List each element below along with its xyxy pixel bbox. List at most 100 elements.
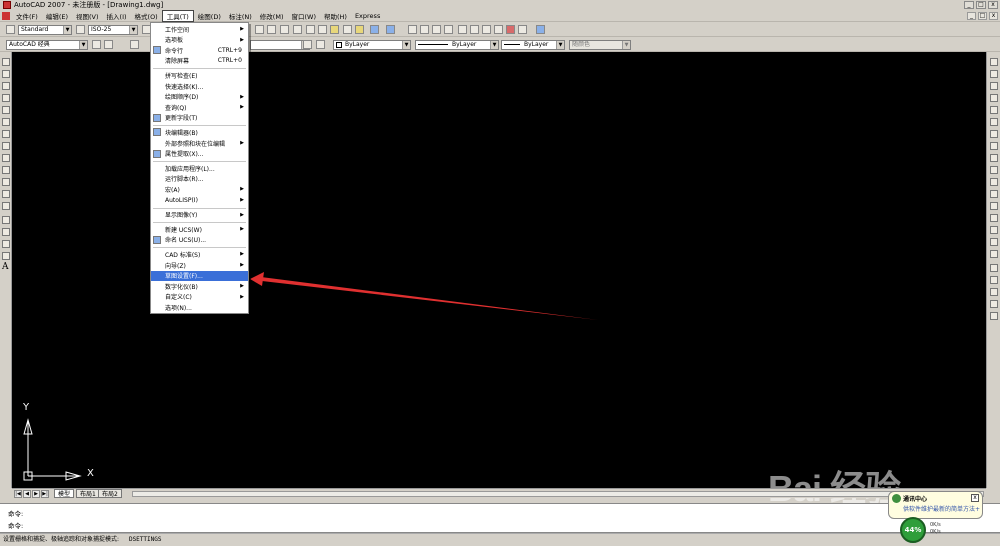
rectangle-icon[interactable] [2, 106, 10, 114]
make-current-layer-icon[interactable] [303, 40, 312, 49]
gradient-icon[interactable] [2, 240, 10, 248]
tab-model[interactable]: 模型 [54, 489, 75, 498]
tools-menu-item[interactable]: 新建 UCS(W) ▶ [151, 224, 248, 234]
text-style-icon[interactable] [6, 25, 15, 34]
menu-view[interactable]: 视图(V) [72, 11, 103, 21]
paste-icon[interactable] [330, 25, 339, 34]
markup-icon[interactable] [506, 25, 515, 34]
workspace-settings-icon[interactable] [92, 40, 101, 49]
plot-icon[interactable] [255, 25, 264, 34]
scale-icon[interactable] [990, 142, 998, 150]
maximize-button[interactable]: □ [976, 1, 986, 9]
revision-cloud-icon[interactable] [2, 142, 10, 150]
doc-close-button[interactable]: x [989, 12, 998, 20]
properties-icon[interactable] [458, 25, 467, 34]
tools-menu-item[interactable]: 加载应用程序(L)... [151, 163, 248, 173]
construction-line-icon[interactable] [2, 70, 10, 78]
tools-menu-item[interactable]: 命名 UCS(U)... [151, 235, 248, 245]
chevron-down-icon[interactable]: ▼ [402, 41, 410, 49]
tools-menu-item[interactable]: 命令行 CTRL+9 [151, 45, 248, 55]
ellipse-arc-icon[interactable] [2, 178, 10, 186]
command-window[interactable]: 命令: 命令: [0, 503, 1000, 533]
tools-menu-item[interactable]: 宏(A) ▶ [151, 184, 248, 194]
region-icon[interactable] [2, 252, 10, 260]
undo-icon[interactable] [370, 25, 379, 34]
communication-center-balloon[interactable]: 通讯中心 供软件维护最新的简单方法+ x [888, 491, 983, 519]
copy-icon[interactable] [318, 25, 327, 34]
tools-menu-item[interactable]: 数字化仪(B) ▶ [151, 281, 248, 291]
mirror-icon[interactable] [990, 82, 998, 90]
layer-manager-icon[interactable] [130, 40, 139, 49]
trim-icon[interactable] [990, 166, 998, 174]
menu-express[interactable]: Express [351, 12, 384, 20]
tools-menu-item[interactable]: 草图设置(F)... [151, 270, 248, 281]
linetype-select[interactable]: ByLayer ▼ [415, 40, 499, 50]
zoom-window-icon[interactable] [432, 25, 441, 34]
document-icon[interactable] [2, 12, 10, 20]
chevron-down-icon[interactable]: ▼ [79, 41, 87, 49]
tools-menu-item[interactable]: 显示图像(Y) ▶ [151, 210, 248, 220]
network-speed-gauge[interactable]: 44% [900, 517, 926, 543]
save-workspace-icon[interactable] [104, 40, 113, 49]
menu-format[interactable]: 格式(O) [131, 11, 162, 21]
chevron-down-icon[interactable]: ▼ [63, 26, 71, 34]
menu-tools[interactable]: 工具(T) [161, 10, 194, 22]
tools-menu-item[interactable]: 工作空间 ▶ [151, 24, 248, 34]
tools-menu-item[interactable]: CAD 标准(S) ▶ [151, 249, 248, 259]
tools-menu-item[interactable]: AutoLISP(I) ▶ [151, 195, 248, 205]
offset-icon[interactable] [990, 94, 998, 102]
minimize-button[interactable]: _ [964, 1, 974, 9]
tab-layout2[interactable]: 布局2 [98, 489, 122, 498]
match-properties-icon[interactable] [343, 25, 352, 34]
break-icon[interactable] [990, 202, 998, 210]
explode-icon[interactable] [990, 250, 998, 258]
tools-menu-item[interactable]: 块编辑器(B) [151, 127, 248, 137]
design-center-icon[interactable] [470, 25, 479, 34]
close-icon[interactable]: x [971, 494, 979, 502]
tools-menu-item[interactable]: 查询(Q) ▶ [151, 102, 248, 112]
tools-menu-item[interactable]: 自定义(C) ▶ [151, 292, 248, 302]
menu-window[interactable]: 窗口(W) [287, 11, 320, 21]
fillet-icon[interactable] [990, 238, 998, 246]
menu-file[interactable]: 文件(F) [12, 11, 42, 21]
tools-menu-item[interactable]: 向导(Z) ▶ [151, 260, 248, 270]
menu-dimension[interactable]: 标注(N) [225, 11, 256, 21]
polyline-icon[interactable] [2, 82, 10, 90]
pan-icon[interactable] [408, 25, 417, 34]
array-icon[interactable] [990, 106, 998, 114]
bring-above-icon[interactable] [990, 300, 998, 308]
tab-layout1[interactable]: 布局1 [76, 489, 100, 498]
chevron-down-icon[interactable]: ▼ [490, 41, 498, 49]
erase-icon[interactable] [990, 58, 998, 66]
arc-icon[interactable] [2, 118, 10, 126]
3d-dwf-icon[interactable] [293, 25, 302, 34]
chevron-down-icon[interactable]: ▼ [556, 41, 564, 49]
menu-edit[interactable]: 编辑(E) [42, 11, 72, 21]
first-tab-button[interactable]: |◀ [14, 490, 22, 498]
menu-insert[interactable]: 插入(I) [103, 11, 131, 21]
multiline-text-icon[interactable]: A [2, 262, 9, 272]
tools-menu-item[interactable]: 选项板 ▶ [151, 35, 248, 45]
send-to-back-icon[interactable] [990, 288, 998, 296]
rotate-icon[interactable] [990, 130, 998, 138]
workspace-select[interactable]: AutoCAD 经典 ▼ [6, 40, 88, 50]
make-block-icon[interactable] [2, 202, 10, 210]
point-icon[interactable] [2, 216, 10, 224]
draw-order-icon[interactable] [990, 264, 998, 272]
tools-menu-item[interactable]: 拼写检查(E) [151, 70, 248, 80]
move-icon[interactable] [990, 118, 998, 126]
tools-menu-item[interactable]: 更新字段(T) [151, 113, 248, 123]
lineweight-select[interactable]: ByLayer ▼ [501, 40, 565, 50]
tools-menu-item[interactable]: 外部参照和块在位编辑 ▶ [151, 138, 248, 148]
dim-style-icon[interactable] [76, 25, 85, 34]
line-icon[interactable] [2, 58, 10, 66]
layer-select[interactable]: ▼ [250, 40, 310, 50]
circle-icon[interactable] [2, 130, 10, 138]
quickcalc-icon[interactable] [518, 25, 527, 34]
break-at-point-icon[interactable] [990, 190, 998, 198]
doc-restore-button[interactable]: □ [978, 12, 987, 20]
text-style-select[interactable]: Standard ▼ [18, 25, 72, 35]
tools-menu-item[interactable]: 属性提取(X)... [151, 149, 248, 159]
cut-icon[interactable] [306, 25, 315, 34]
chevron-down-icon[interactable]: ▼ [129, 26, 137, 34]
